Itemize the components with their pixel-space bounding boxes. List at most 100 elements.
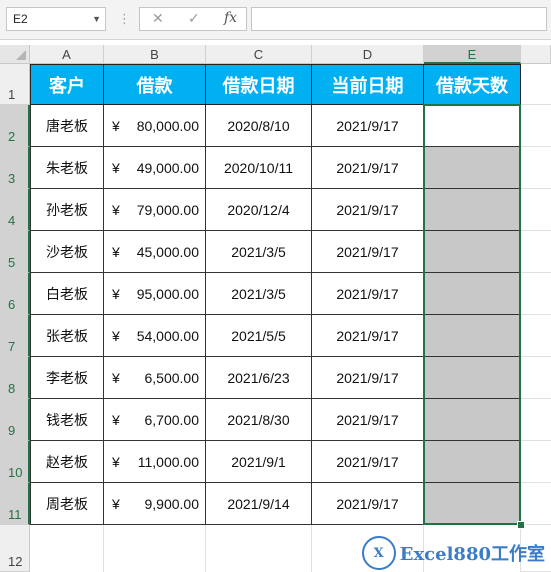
cell-a11[interactable]: 周老板	[30, 483, 104, 525]
cell-c10[interactable]: 2021/9/1	[206, 441, 312, 483]
cell-a6[interactable]: 白老板	[30, 273, 104, 315]
cell-d6[interactable]: 2021/9/17	[312, 273, 424, 315]
cell-e8[interactable]	[424, 357, 521, 399]
currency-symbol: ¥	[112, 243, 120, 260]
name-box-value: E2	[13, 12, 28, 26]
cell-d2[interactable]: 2021/9/17	[312, 105, 424, 147]
cell-d7[interactable]: 2021/9/17	[312, 315, 424, 357]
cell-b9[interactable]: ¥6,700.00	[104, 399, 206, 441]
cell-b3[interactable]: ¥49,000.00	[104, 147, 206, 189]
row-header-10[interactable]: 10	[0, 441, 30, 483]
column-header-d[interactable]: D	[312, 45, 424, 64]
cell-d3[interactable]: 2021/9/17	[312, 147, 424, 189]
row-header-5[interactable]: 5	[0, 231, 30, 273]
column-header-e[interactable]: E	[424, 45, 521, 64]
select-all-corner[interactable]	[0, 45, 30, 64]
cell-c8[interactable]: 2021/6/23	[206, 357, 312, 399]
cell-e10[interactable]	[424, 441, 521, 483]
column-header-b[interactable]: B	[104, 45, 206, 64]
cell-e9[interactable]	[424, 399, 521, 441]
cancel-icon[interactable]: ✕	[152, 10, 164, 27]
row-header-11[interactable]: 11	[0, 483, 30, 525]
gridline	[103, 525, 104, 572]
cell-c2[interactable]: 2020/8/10	[206, 105, 312, 147]
gridline	[521, 188, 551, 189]
cell-a8[interactable]: 李老板	[30, 357, 104, 399]
cell-d5[interactable]: 2021/9/17	[312, 231, 424, 273]
amount-value: 95,000.00	[136, 285, 199, 302]
row-number: 1	[8, 87, 16, 102]
cell-a10[interactable]: 赵老板	[30, 441, 104, 483]
row-header-4[interactable]: 4	[0, 189, 30, 231]
row-header-1[interactable]: 1	[0, 64, 30, 105]
cell-c3[interactable]: 2020/10/11	[206, 147, 312, 189]
cell-c4[interactable]: 2020/12/4	[206, 189, 312, 231]
header-cell-d[interactable]: 当前日期	[312, 64, 424, 105]
row-header-6[interactable]: 6	[0, 273, 30, 315]
row-header-3[interactable]: 3	[0, 147, 30, 189]
cell-c11[interactable]: 2021/9/14	[206, 483, 312, 525]
row-header-12[interactable]: 12	[0, 525, 30, 572]
header-cell-c[interactable]: 借款日期	[206, 64, 312, 105]
column-header-a[interactable]: A	[30, 45, 104, 64]
row-header-8[interactable]: 8	[0, 357, 30, 399]
cell-d10[interactable]: 2021/9/17	[312, 441, 424, 483]
cell-b5[interactable]: ¥45,000.00	[104, 231, 206, 273]
cell-b10[interactable]: ¥11,000.00	[104, 441, 206, 483]
cell-a2[interactable]: 唐老板	[30, 105, 104, 147]
gridline	[521, 314, 551, 315]
cell-e11[interactable]	[424, 483, 521, 525]
cell-d8[interactable]: 2021/9/17	[312, 357, 424, 399]
check-icon[interactable]: ✓	[188, 10, 200, 27]
cell-d4[interactable]: 2021/9/17	[312, 189, 424, 231]
row-header-7[interactable]: 7	[0, 315, 30, 357]
cell-a3[interactable]: 朱老板	[30, 147, 104, 189]
header-cell-a[interactable]: 客户	[30, 64, 104, 105]
cell-a4[interactable]: 孙老板	[30, 189, 104, 231]
gridline	[521, 146, 551, 147]
formula-input[interactable]	[251, 7, 547, 31]
more-options-icon[interactable]: ⋮	[118, 11, 131, 27]
row-number: 8	[8, 381, 16, 396]
cell-e2[interactable]	[424, 105, 521, 147]
currency-symbol: ¥	[112, 201, 120, 218]
cell-e6[interactable]	[424, 273, 521, 315]
fill-handle[interactable]	[517, 521, 525, 529]
fx-icon[interactable]: fx	[224, 10, 237, 26]
chevron-down-icon[interactable]: ▼	[92, 8, 101, 30]
gridline	[521, 230, 551, 231]
cell-c9[interactable]: 2021/8/30	[206, 399, 312, 441]
gridline	[521, 356, 551, 357]
currency-symbol: ¥	[112, 495, 120, 512]
cell-a7[interactable]: 张老板	[30, 315, 104, 357]
cell-a5[interactable]: 沙老板	[30, 231, 104, 273]
cell-c5[interactable]: 2021/3/5	[206, 231, 312, 273]
column-header-c[interactable]: C	[206, 45, 312, 64]
amount-value: 9,900.00	[144, 495, 200, 512]
cell-b11[interactable]: ¥9,900.00	[104, 483, 206, 525]
header-cell-b[interactable]: 借款	[104, 64, 206, 105]
name-box[interactable]: E2 ▼	[6, 7, 106, 31]
cell-b2[interactable]: ¥80,000.00	[104, 105, 206, 147]
cell-e5[interactable]	[424, 231, 521, 273]
cell-b7[interactable]: ¥54,000.00	[104, 315, 206, 357]
cell-d11[interactable]: 2021/9/17	[312, 483, 424, 525]
cell-b6[interactable]: ¥95,000.00	[104, 273, 206, 315]
cell-c6[interactable]: 2021/3/5	[206, 273, 312, 315]
cell-e4[interactable]	[424, 189, 521, 231]
cell-e3[interactable]	[424, 147, 521, 189]
row-header-2[interactable]: 2	[0, 105, 30, 147]
row-header-9[interactable]: 9	[0, 399, 30, 441]
cell-b8[interactable]: ¥6,500.00	[104, 357, 206, 399]
cell-c7[interactable]: 2021/5/5	[206, 315, 312, 357]
cell-a9[interactable]: 钱老板	[30, 399, 104, 441]
row-number: 10	[8, 465, 23, 480]
header-cell-e[interactable]: 借款天数	[424, 64, 521, 105]
cell-b4[interactable]: ¥79,000.00	[104, 189, 206, 231]
cell-e7[interactable]	[424, 315, 521, 357]
currency-symbol: ¥	[112, 117, 120, 134]
cell-d9[interactable]: 2021/9/17	[312, 399, 424, 441]
row-number: 4	[8, 213, 16, 228]
currency-symbol: ¥	[112, 285, 120, 302]
gridline	[521, 440, 551, 441]
